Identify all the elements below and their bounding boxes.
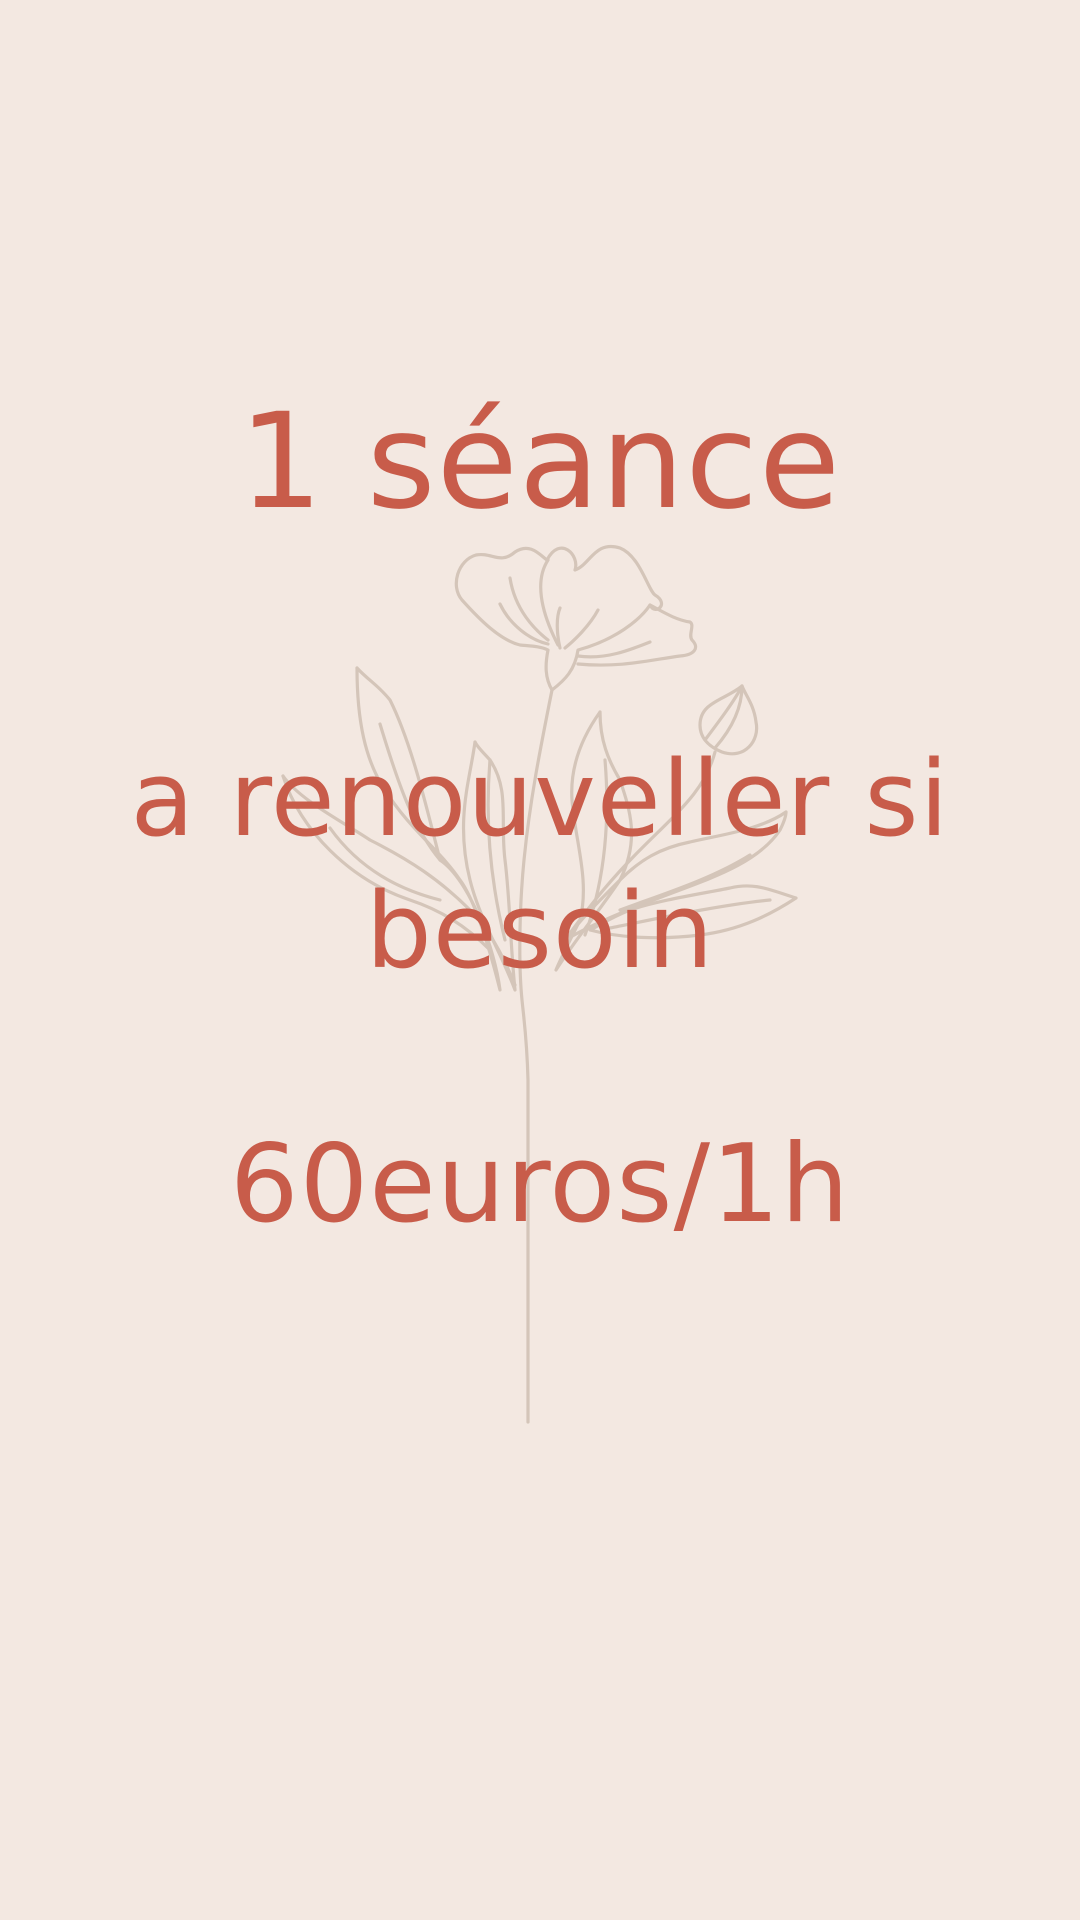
session-title: 1 séance: [238, 385, 842, 539]
price-label: 60euros/1h: [229, 1122, 851, 1247]
flower-petal-line: [563, 608, 600, 650]
renewal-note: a renouveller si besoin: [130, 738, 950, 992]
flower-petal-line: [539, 558, 560, 647]
flower-petal-line: [498, 602, 550, 646]
flower-petal-line: [576, 640, 652, 659]
